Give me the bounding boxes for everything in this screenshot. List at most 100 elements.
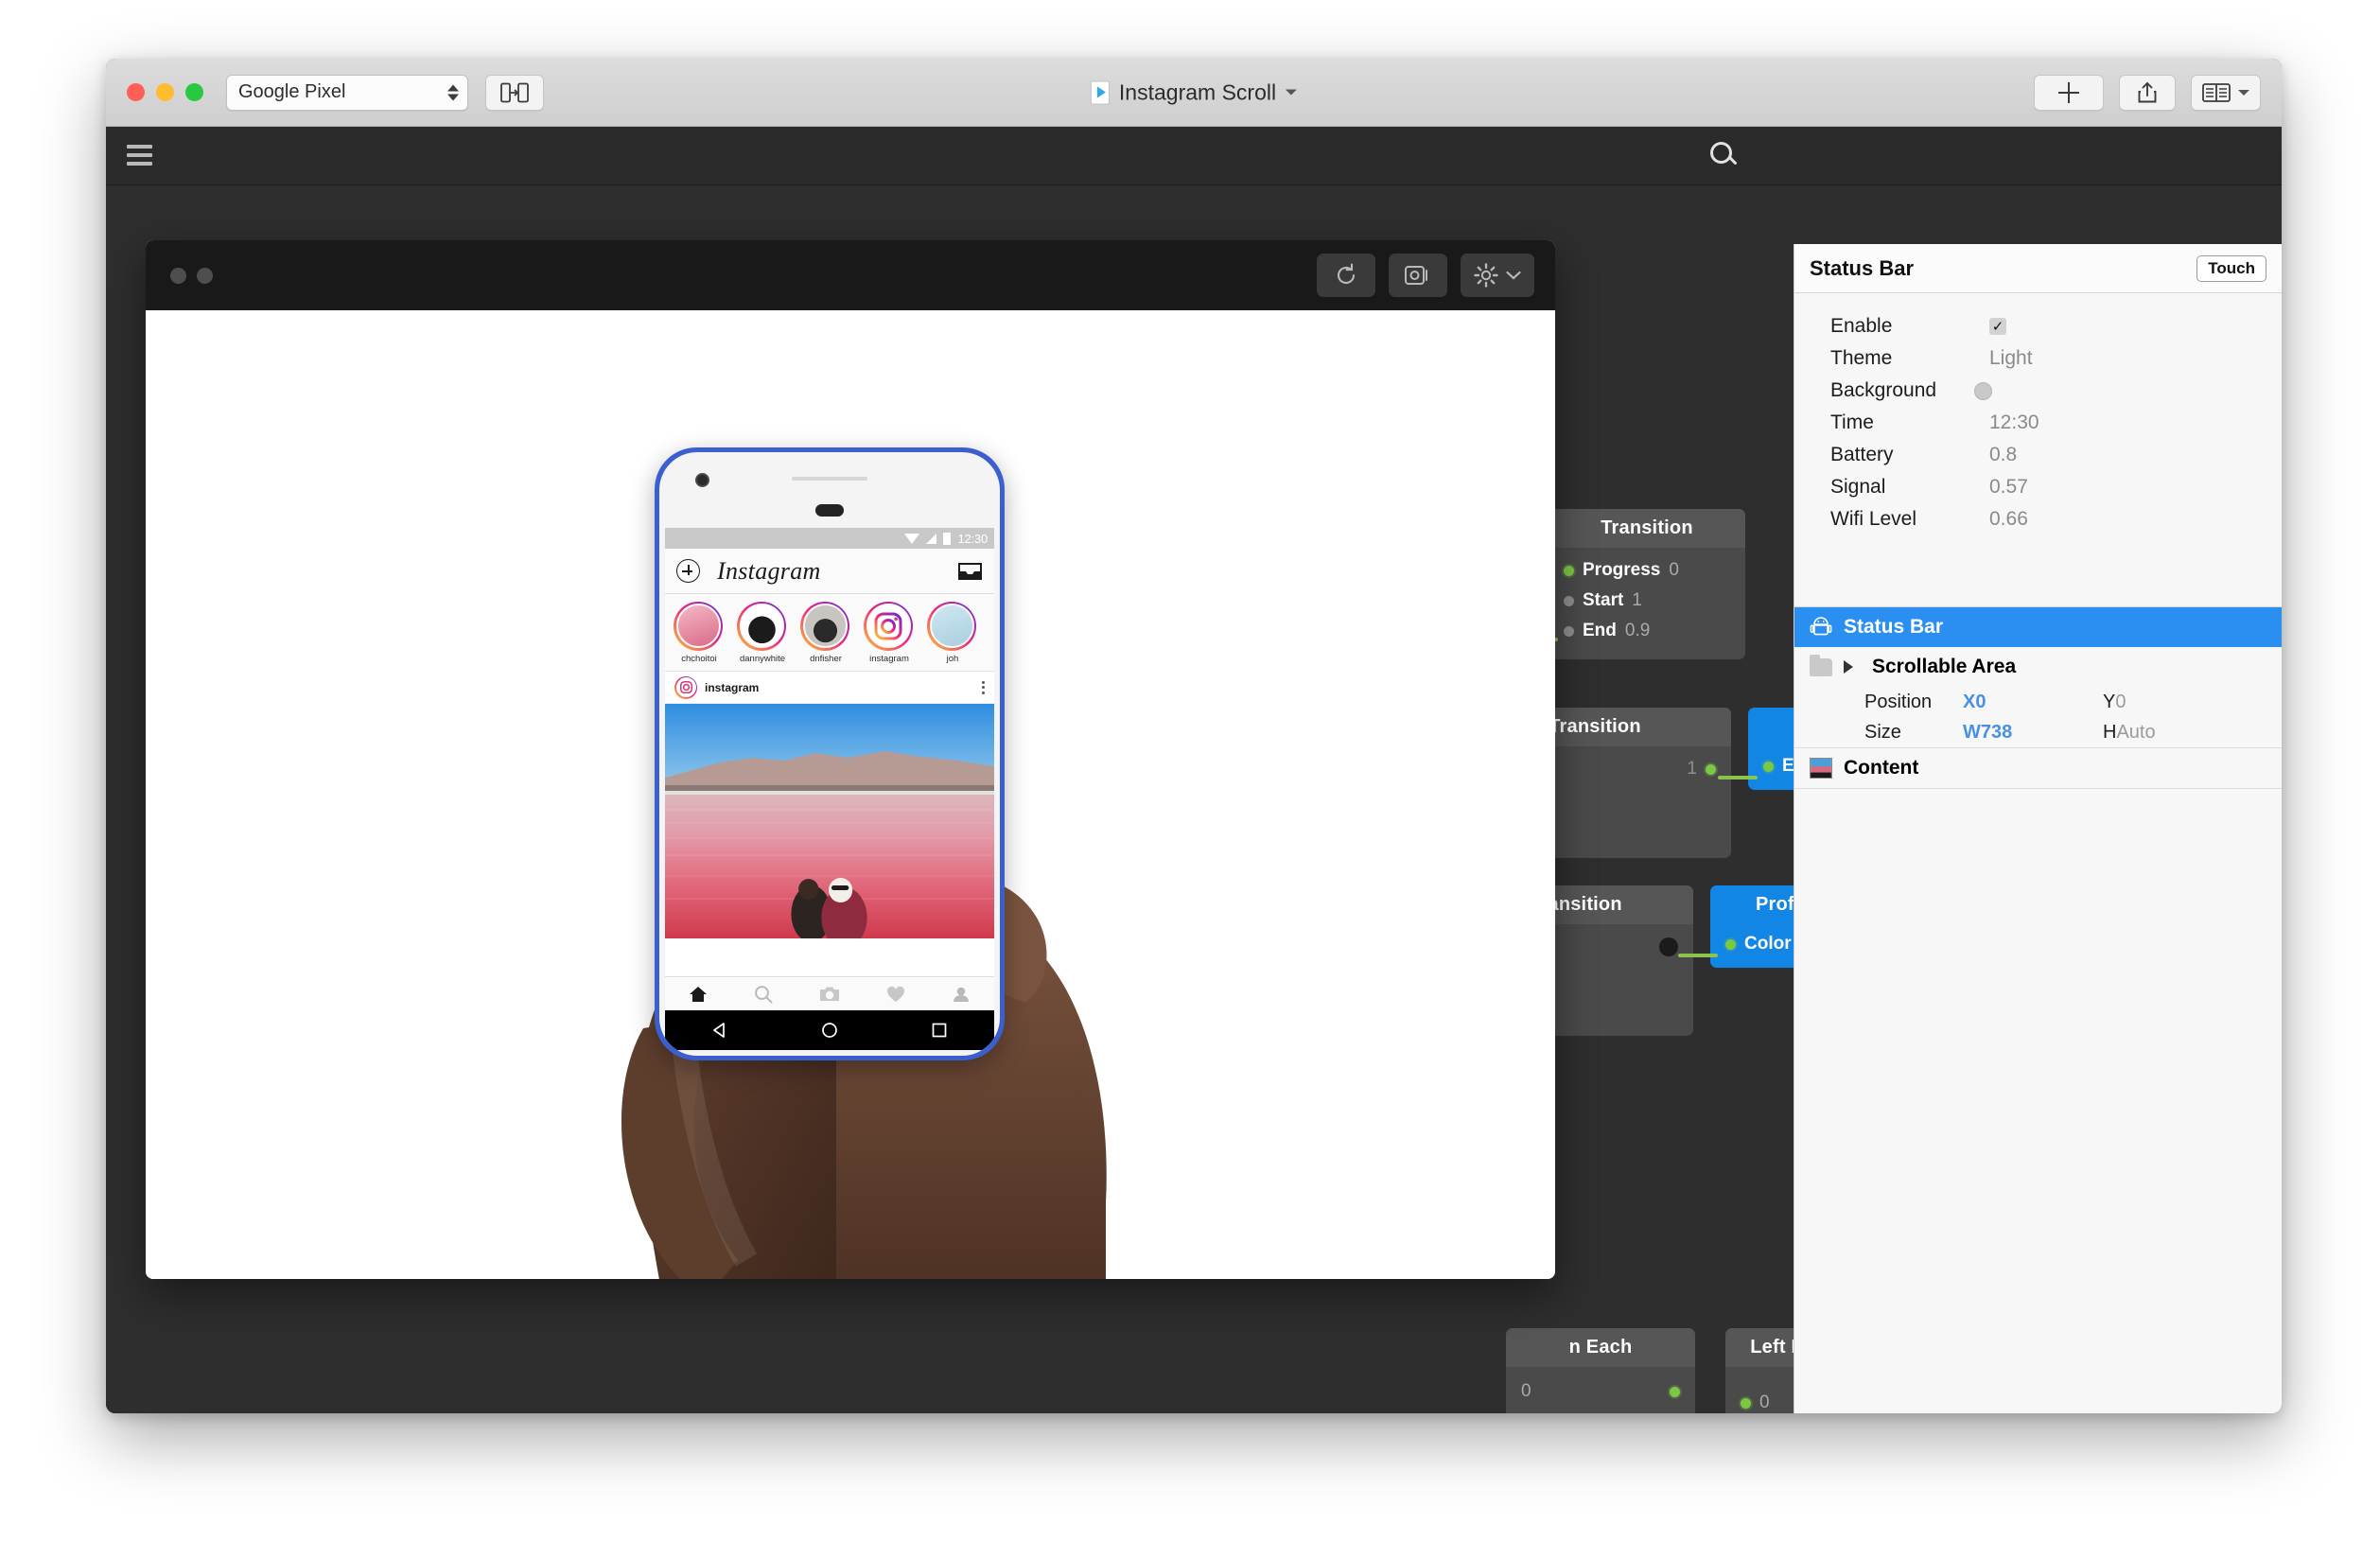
document-title-label: Instagram Scroll — [1118, 79, 1277, 104]
property-value: Light — [1989, 347, 2033, 369]
layout-book-icon — [2202, 82, 2231, 102]
camera-icon[interactable] — [819, 986, 840, 1003]
layout-button[interactable] — [2191, 74, 2261, 111]
layer-row-status-bar[interactable]: Status Bar — [1794, 607, 2282, 647]
story-item[interactable]: dnfisher — [800, 601, 851, 664]
property-row-background[interactable]: Background — [1794, 375, 2282, 407]
maximize-button[interactable] — [185, 83, 203, 101]
heart-icon[interactable] — [886, 986, 905, 1003]
layer-list[interactable]: Status Bar Scrollable Area Position X0 Y… — [1794, 606, 2282, 1413]
node-n-each[interactable]: n Each 0 82 — [1506, 1328, 1695, 1413]
home-icon[interactable] — [689, 986, 708, 1003]
property-row-time[interactable]: Time 12:30 — [1794, 407, 2282, 439]
settings-button[interactable] — [1461, 254, 1534, 297]
property-key: Position — [1864, 691, 1933, 712]
chevron-down-icon[interactable] — [2238, 89, 2249, 96]
circle-plus-icon[interactable] — [676, 559, 700, 583]
touch-badge[interactable]: Touch — [2196, 254, 2266, 282]
instagram-post-photo[interactable] — [665, 704, 994, 938]
node-row-right: 1 — [1687, 759, 1697, 779]
node-row-label: Start — [1583, 590, 1624, 610]
story-name: chchoitoi — [681, 653, 717, 664]
port-dot[interactable] — [1725, 938, 1736, 950]
size-h-value[interactable]: HAuto — [2103, 722, 2156, 744]
port-dot[interactable] — [1564, 565, 1574, 576]
post-author-avatar — [674, 675, 697, 699]
node-transition-1[interactable]: Transition Progress 0 Start 1 End 0.9 — [1549, 509, 1745, 659]
size-w-value[interactable]: W738 — [1963, 722, 2103, 744]
stepper-arrows-icon[interactable] — [447, 84, 459, 100]
node-row-label: Progress — [1583, 560, 1661, 580]
document-title[interactable]: Instagram Scroll — [1090, 79, 1298, 105]
chevron-down-icon[interactable] — [1286, 89, 1298, 96]
preview-titlebar — [146, 240, 1555, 310]
minimize-button[interactable] — [156, 83, 174, 101]
port-dot[interactable] — [1706, 763, 1716, 775]
disclosure-triangle-icon[interactable] — [1844, 660, 1853, 674]
property-value: 0.57 — [1989, 476, 2028, 498]
position-y-value[interactable]: Y0 — [2103, 692, 2126, 713]
layer-row-content[interactable]: Content — [1794, 748, 2282, 788]
status-bar-time: 12:30 — [957, 531, 988, 546]
position-x-value[interactable]: X0 — [1963, 692, 2103, 713]
preview-close-button[interactable] — [170, 267, 186, 284]
titlebar-right-controls — [2034, 74, 2261, 111]
device-select[interactable]: Google Pixel — [226, 74, 468, 111]
node-row: 82 — [1506, 1407, 1695, 1413]
mirror-device-button[interactable] — [485, 74, 544, 111]
node-row-value: 0 — [1521, 1381, 1531, 1401]
property-key: Enable — [1830, 315, 1893, 337]
add-button[interactable] — [2034, 74, 2104, 111]
share-button[interactable] — [2119, 74, 2176, 111]
chevron-down-icon[interactable] — [1506, 271, 1521, 280]
story-item[interactable]: chchoitoi — [674, 601, 725, 664]
port-dot[interactable] — [1741, 1397, 1751, 1409]
home-circle-icon[interactable] — [821, 1022, 838, 1039]
profile-icon[interactable] — [952, 986, 971, 1003]
enable-checkbox[interactable]: ✓ — [1989, 318, 2006, 335]
story-item[interactable]: dannywhite — [737, 601, 788, 664]
android-navigation-bar[interactable] — [665, 1010, 994, 1050]
story-item[interactable]: instagram — [864, 601, 915, 664]
layer-property-position[interactable]: Position X0 Y0 — [1794, 687, 2282, 717]
application-window: Google Pixel Instagram Scroll Transition… — [106, 59, 2282, 1413]
node-title: Transition — [1549, 509, 1745, 548]
recents-square-icon[interactable] — [931, 1022, 948, 1039]
more-vertical-icon[interactable] — [982, 680, 985, 694]
close-button[interactable] — [127, 83, 145, 101]
story-item[interactable]: joh — [927, 601, 978, 664]
port-dot[interactable] — [1670, 1386, 1680, 1397]
phone-device[interactable]: 12:30 Instagram chchoitoi dannywhite dnf… — [655, 447, 1005, 1060]
port-dot[interactable] — [1564, 595, 1574, 606]
property-row-enable[interactable]: Enable ✓ — [1794, 310, 2282, 342]
record-video-button[interactable] — [1389, 254, 1447, 297]
property-value: 0.8 — [1989, 444, 2018, 465]
search-button[interactable] — [1708, 140, 1741, 172]
preview-window[interactable]: 12:30 Instagram chchoitoi dannywhite dnf… — [146, 240, 1555, 1279]
instagram-stories-row[interactable]: chchoitoi dannywhite dnfisher instagram … — [665, 594, 994, 672]
search-icon[interactable] — [754, 985, 773, 1004]
property-row-theme[interactable]: Theme Light — [1794, 342, 2282, 375]
port-dot[interactable] — [1659, 937, 1678, 956]
refresh-button[interactable] — [1317, 254, 1375, 297]
layer-row-scrollable-area[interactable]: Scrollable Area — [1794, 647, 2282, 687]
phone-screen[interactable]: 12:30 Instagram chchoitoi dannywhite dnf… — [665, 528, 994, 1050]
node-graph-canvas[interactable]: Transition Progress 0 Start 1 End 0.9 Tr… — [106, 185, 2282, 1413]
port-dot[interactable] — [1564, 625, 1574, 637]
property-row-signal[interactable]: Signal 0.57 — [1794, 471, 2282, 503]
hamburger-menu-icon[interactable] — [127, 145, 152, 166]
direct-inbox-icon[interactable] — [957, 561, 983, 582]
layer-property-size[interactable]: Size W738 HAuto — [1794, 717, 2282, 747]
traffic-lights — [127, 83, 203, 101]
instagram-tab-bar[interactable] — [665, 976, 994, 1010]
background-color-swatch[interactable] — [1974, 381, 1992, 400]
port-dot[interactable] — [1763, 761, 1774, 772]
earpiece-speaker — [792, 477, 867, 481]
preview-minimize-button[interactable] — [197, 267, 213, 284]
inspector-header: Status Bar Touch — [1794, 244, 2282, 293]
back-triangle-icon[interactable] — [711, 1022, 728, 1039]
instagram-post-header[interactable]: instagram — [665, 672, 994, 704]
node-link — [1678, 954, 1718, 957]
property-row-wifi-level[interactable]: Wifi Level 0.66 — [1794, 503, 2282, 535]
property-row-battery[interactable]: Battery 0.8 — [1794, 439, 2282, 471]
